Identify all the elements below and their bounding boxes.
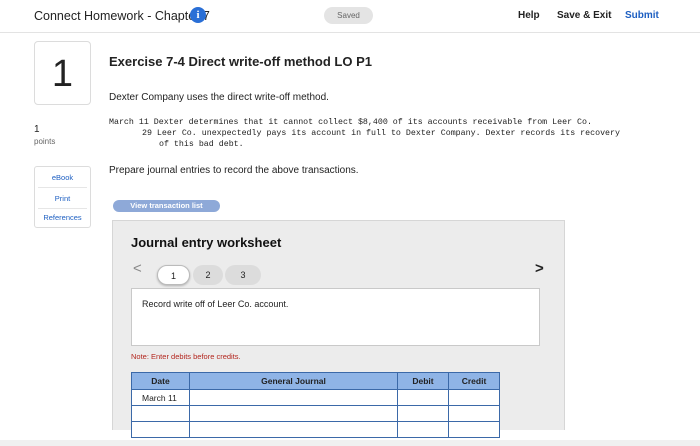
account-select[interactable] [189, 421, 398, 438]
exercise-title: Exercise 7-4 Direct write-off method LO … [109, 54, 372, 69]
step-2-tab[interactable]: 2 [193, 265, 223, 285]
debit-input[interactable] [397, 389, 449, 406]
step-1-tab[interactable]: 1 [157, 265, 190, 285]
help-link[interactable]: Help [518, 10, 540, 21]
ebook-link[interactable]: eBook [35, 173, 90, 182]
submit-link[interactable]: Submit [625, 10, 659, 21]
table-header-row: Date General Journal Debit Credit [131, 372, 500, 390]
table-row [131, 421, 500, 438]
transaction-line-3: of this bad debt. [159, 140, 244, 149]
date-cell [131, 405, 190, 422]
date-column-header: Date [131, 372, 190, 390]
print-link[interactable]: Print [35, 194, 90, 203]
date-cell: March 11 [131, 389, 190, 406]
worksheet-title: Journal entry worksheet [131, 235, 282, 250]
account-select[interactable] [189, 405, 398, 422]
info-icon[interactable]: i [190, 7, 206, 23]
general-journal-column-header: General Journal [189, 372, 398, 390]
date-cell [131, 421, 190, 438]
page-footer-strip [0, 440, 700, 446]
table-row: March 11 [131, 389, 500, 406]
view-transaction-list-button[interactable]: View transaction list [113, 200, 220, 212]
points-value: 1 [34, 124, 40, 135]
debit-input[interactable] [397, 421, 449, 438]
save-exit-link[interactable]: Save & Exit [557, 10, 611, 21]
step-3-tab[interactable]: 3 [225, 265, 261, 285]
references-link[interactable]: References [35, 213, 90, 222]
transaction-line-2: 29 Leer Co. unexpectedly pays its accoun… [142, 129, 620, 138]
saved-status-badge: Saved [324, 7, 373, 24]
debit-input[interactable] [397, 405, 449, 422]
resource-links-panel: eBook Print References [34, 166, 91, 228]
table-row [131, 405, 500, 422]
entry-description: Record write off of Leer Co. account. [142, 299, 289, 309]
points-label: points [34, 137, 56, 146]
top-bar: Connect Homework - Chapter 7 i Saved Hel… [0, 0, 700, 33]
question-number: 1 [34, 41, 91, 105]
entry-description-box: Record write off of Leer Co. account. [131, 288, 540, 346]
account-select[interactable] [189, 389, 398, 406]
chevron-left-icon[interactable]: < [133, 260, 142, 277]
instruction-text: Prepare journal entries to record the ab… [109, 165, 359, 176]
debits-credits-note: Note: Enter debits before credits. [131, 352, 241, 361]
exercise-intro: Dexter Company uses the direct write-off… [109, 92, 329, 103]
debit-column-header: Debit [397, 372, 449, 390]
assignment-title: Connect Homework - Chapter 7 [34, 9, 210, 23]
journal-entry-table: Date General Journal Debit Credit March … [131, 372, 500, 438]
chevron-right-icon[interactable]: > [535, 260, 544, 277]
credit-column-header: Credit [448, 372, 500, 390]
divider [38, 208, 87, 209]
credit-input[interactable] [448, 421, 500, 438]
transaction-line-1: March 11 Dexter determines that it canno… [109, 118, 592, 127]
credit-input[interactable] [448, 405, 500, 422]
journal-entry-worksheet: Journal entry worksheet < 1 2 3 > Record… [112, 220, 565, 438]
divider [38, 187, 87, 188]
credit-input[interactable] [448, 389, 500, 406]
